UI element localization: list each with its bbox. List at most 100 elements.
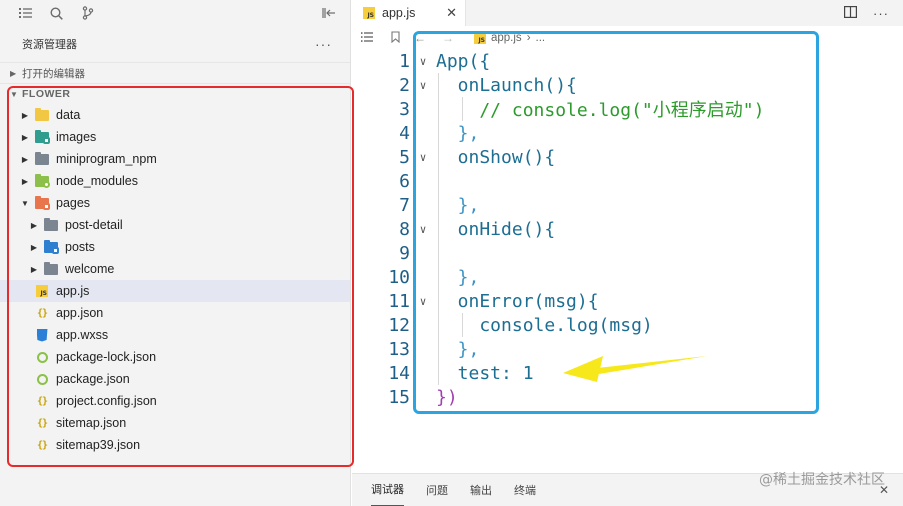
tree-item-pages[interactable]: ▼ pages bbox=[0, 192, 350, 214]
collapse-panel-icon[interactable] bbox=[313, 2, 344, 24]
watermark: @稀土掘金技术社区 bbox=[759, 472, 885, 488]
code-line: 9 bbox=[352, 241, 903, 265]
fold-chevron-icon[interactable]: ∨ bbox=[410, 295, 436, 308]
branch-icon[interactable] bbox=[72, 2, 103, 24]
css-file-icon bbox=[35, 328, 49, 342]
line-number: 7 bbox=[399, 194, 410, 216]
tree-item-label: sitemap39.json bbox=[56, 438, 141, 452]
tab-problems[interactable]: 问题 bbox=[426, 474, 448, 506]
chevron-right-icon: ▶ bbox=[30, 264, 38, 274]
tree-item-label: welcome bbox=[65, 262, 115, 276]
chevron-right-icon: ▶ bbox=[21, 176, 29, 186]
code-editor: JS app.js ✕ ··· ← → JS app.js › ... 1 ∨ Ap… bbox=[352, 0, 903, 473]
tree-item-label: miniprogram_npm bbox=[56, 152, 157, 166]
line-number: 1 bbox=[399, 50, 410, 72]
tab-terminal[interactable]: 终端 bbox=[514, 474, 536, 506]
code-text: }, bbox=[436, 266, 480, 288]
indent-guide bbox=[462, 97, 463, 121]
js-file-icon: JS bbox=[474, 32, 486, 44]
fold-chevron-icon[interactable]: ∨ bbox=[410, 151, 436, 164]
tree-item-app-wxss[interactable]: app.wxss bbox=[0, 324, 350, 346]
tree-item-sitemap-json[interactable]: {} sitemap.json bbox=[0, 412, 350, 434]
code-line: 8 ∨ onHide(){ bbox=[352, 217, 903, 241]
code-text: onHide(){ bbox=[436, 218, 556, 240]
line-number: 4 bbox=[399, 122, 410, 144]
project-root-section[interactable]: ▼ FLOWER bbox=[0, 84, 350, 104]
explorer-header: 资源管理器 ··· bbox=[0, 26, 350, 62]
fold-chevron-icon[interactable]: ∨ bbox=[410, 223, 436, 236]
tree-item-label: app.wxss bbox=[56, 328, 109, 342]
tree-item-posts[interactable]: ▶ posts bbox=[0, 236, 350, 258]
outline-list-icon[interactable] bbox=[361, 31, 373, 45]
file-tree: ▶ data ▶ images ▶ miniprogram_npm ▶ node… bbox=[0, 104, 350, 456]
code-line: 6 bbox=[352, 169, 903, 193]
breadcrumb-item[interactable]: JS app.js › ... bbox=[474, 32, 545, 44]
fold-chevron-icon[interactable]: ∨ bbox=[410, 79, 436, 92]
folder-icon bbox=[44, 217, 58, 232]
tree-item-label: project.config.json bbox=[56, 394, 157, 408]
code-line: 5 ∨ onShow(){ bbox=[352, 145, 903, 169]
forward-arrow-icon[interactable]: → bbox=[442, 31, 454, 45]
tree-item-app-js[interactable]: JS app.js bbox=[0, 280, 350, 302]
tree-item-app-json[interactable]: {} app.json bbox=[0, 302, 350, 324]
line-number: 10 bbox=[388, 266, 410, 288]
line-number: 6 bbox=[399, 170, 410, 192]
code-text: }) bbox=[436, 386, 458, 408]
tree-item-sitemap39-json[interactable]: {} sitemap39.json bbox=[0, 434, 350, 456]
code-line: 12 console.log(msg) bbox=[352, 313, 903, 337]
search-icon[interactable] bbox=[41, 2, 72, 24]
tree-item-label: post-detail bbox=[65, 218, 123, 232]
bookmark-icon[interactable] bbox=[391, 30, 400, 46]
breadcrumb: ← → JS app.js › ... bbox=[352, 26, 903, 50]
code-text: onShow(){ bbox=[436, 146, 556, 168]
breadcrumb-separator: › bbox=[526, 32, 531, 44]
back-arrow-icon[interactable]: ← bbox=[414, 31, 426, 45]
list-icon[interactable] bbox=[10, 2, 41, 24]
tree-item-welcome[interactable]: ▶ welcome bbox=[0, 258, 350, 280]
tree-item-node-modules[interactable]: ▶ node_modules bbox=[0, 170, 350, 192]
folder-icon bbox=[35, 151, 49, 166]
more-actions-button[interactable]: ··· bbox=[315, 36, 332, 52]
tree-item-images[interactable]: ▶ images bbox=[0, 126, 350, 148]
tree-item-miniprogram-npm[interactable]: ▶ miniprogram_npm bbox=[0, 148, 350, 170]
json-file-icon: {} bbox=[36, 439, 48, 451]
more-icon[interactable]: ··· bbox=[873, 6, 889, 21]
json-file-icon: {} bbox=[36, 395, 48, 407]
tab-debugger[interactable]: 调试器 bbox=[371, 473, 404, 506]
tree-item-package-json[interactable]: package.json bbox=[0, 368, 350, 390]
close-icon[interactable]: ✕ bbox=[446, 5, 457, 21]
code-line: 4 }, bbox=[352, 121, 903, 145]
npm-file-icon bbox=[35, 372, 49, 386]
chevron-right-icon: ▶ bbox=[30, 220, 38, 230]
folder-icon bbox=[35, 107, 49, 122]
code-text: }, bbox=[436, 338, 480, 360]
line-number: 9 bbox=[399, 242, 410, 264]
tree-item-data[interactable]: ▶ data bbox=[0, 104, 350, 126]
line-number: 11 bbox=[388, 290, 410, 312]
annotation-arrow bbox=[563, 356, 707, 382]
split-editor-icon[interactable] bbox=[844, 5, 858, 21]
chevron-right-icon: ▶ bbox=[21, 110, 29, 120]
editor-actions: ··· bbox=[844, 0, 889, 26]
code-text: onLaunch(){ bbox=[436, 74, 577, 96]
tree-item-project-config-json[interactable]: {} project.config.json bbox=[0, 390, 350, 412]
line-number: 2 bbox=[399, 74, 410, 96]
tree-item-post-detail[interactable]: ▶ post-detail bbox=[0, 214, 350, 236]
tab-app-js[interactable]: JS app.js ✕ bbox=[352, 0, 466, 26]
explorer-title: 资源管理器 bbox=[22, 39, 77, 51]
fold-chevron-icon[interactable]: ∨ bbox=[410, 55, 436, 68]
tab-output[interactable]: 输出 bbox=[470, 474, 492, 506]
chevron-right-icon: ▶ bbox=[10, 68, 17, 78]
tree-item-label: node_modules bbox=[56, 174, 139, 188]
pages-folder-icon bbox=[35, 195, 50, 210]
tree-item-label: data bbox=[56, 108, 81, 122]
code-comment: // console.log("小程序启动") bbox=[436, 100, 765, 121]
tree-item-label: app.js bbox=[56, 284, 90, 298]
code-line: 11 ∨ onError(msg){ bbox=[352, 289, 903, 313]
npm-file-icon bbox=[35, 350, 49, 364]
tree-item-label: package.json bbox=[56, 372, 130, 386]
project-root-label: FLOWER bbox=[22, 88, 71, 100]
open-editors-section[interactable]: ▶ 打开的编辑器 bbox=[0, 62, 350, 84]
tree-item-package-lock-json[interactable]: package-lock.json bbox=[0, 346, 350, 368]
js-file-icon: JS bbox=[363, 7, 375, 19]
